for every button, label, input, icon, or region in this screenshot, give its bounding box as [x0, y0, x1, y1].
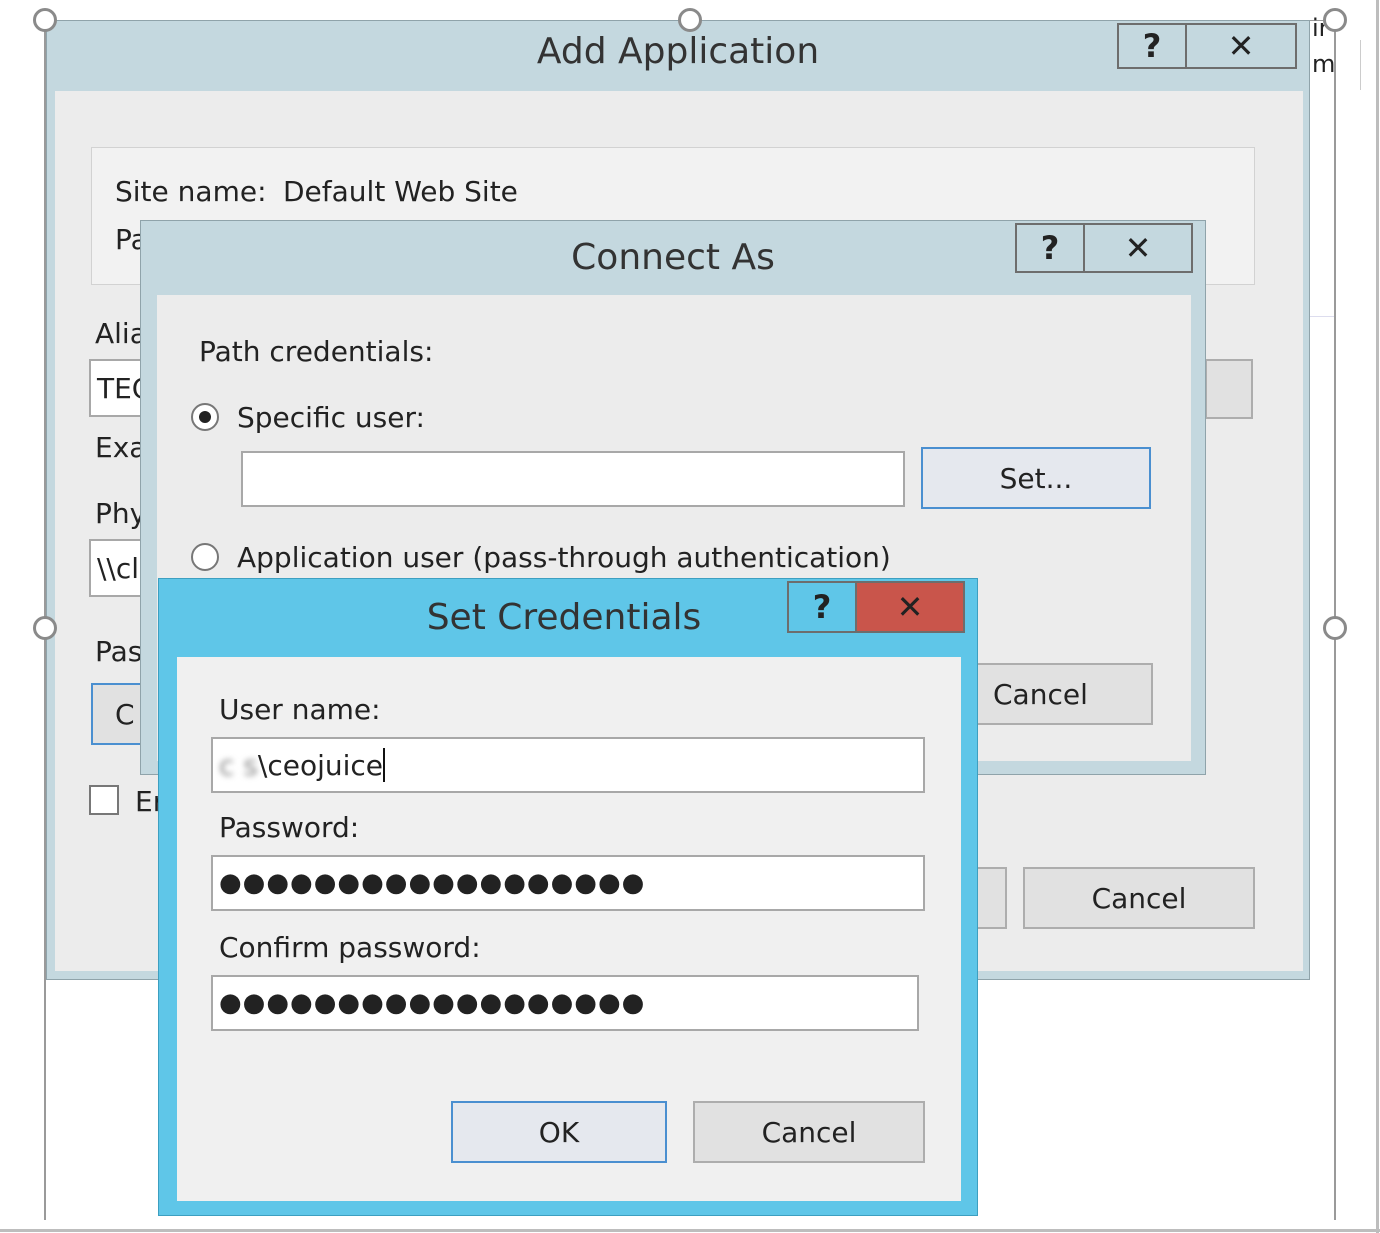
set-credentials-dialog: Set Credentials ? ✕ User name: c s \ceoju…	[158, 578, 978, 1216]
text-caret	[383, 748, 386, 782]
set-credentials-cancel-button[interactable]: Cancel	[693, 1101, 925, 1163]
background-text-2: m	[1312, 50, 1336, 78]
password-input[interactable]: ●●●●●●●●●●●●●●●●●●	[211, 855, 925, 911]
pass-through-label: Pas	[95, 635, 143, 668]
application-user-radio[interactable]	[191, 543, 219, 571]
password-label: Password:	[219, 811, 360, 844]
add-application-close-button[interactable]: ✕	[1185, 23, 1297, 69]
confirm-password-input[interactable]: ●●●●●●●●●●●●●●●●●●	[211, 975, 919, 1031]
resize-handle-top-right[interactable]	[1323, 8, 1347, 32]
resize-handle-top-left[interactable]	[33, 8, 57, 32]
specific-user-radio[interactable]	[191, 403, 219, 431]
physical-path-label: Phy	[95, 497, 147, 530]
background-divider	[1360, 40, 1361, 90]
set-credentials-client-area: User name: c s \ceojuice Password: ●●●●●●…	[177, 657, 961, 1201]
resize-handle-top-center[interactable]	[678, 8, 702, 32]
set-credentials-button[interactable]: Set...	[921, 447, 1151, 509]
example-label: Exa	[95, 431, 147, 464]
select-app-pool-button[interactable]	[1205, 359, 1253, 419]
site-name-label: Site name:	[115, 175, 267, 208]
specific-user-label: Specific user:	[237, 401, 425, 434]
set-credentials-help-button[interactable]: ?	[787, 581, 857, 633]
path-credentials-label: Path credentials:	[199, 335, 434, 368]
set-credentials-ok-button[interactable]: OK	[451, 1101, 667, 1163]
user-name-label: User name:	[219, 693, 381, 726]
user-name-redacted-prefix: c s	[219, 748, 258, 782]
user-name-value: \ceojuice	[257, 748, 384, 782]
page-border-bottom	[0, 1229, 1380, 1232]
page-border-right	[1376, 0, 1379, 1233]
user-name-input[interactable]: c s \ceojuice	[211, 737, 925, 793]
site-name-value: Default Web Site	[283, 175, 518, 208]
enable-preload-checkbox[interactable]	[89, 785, 119, 815]
set-credentials-close-button[interactable]: ✕	[855, 581, 965, 633]
application-user-label: Application user (pass-through authentic…	[237, 541, 891, 574]
connect-as-help-button[interactable]: ?	[1015, 223, 1085, 273]
confirm-password-label: Confirm password:	[219, 931, 481, 964]
add-application-help-button[interactable]: ?	[1117, 23, 1187, 69]
resize-handle-middle-right[interactable]	[1323, 616, 1347, 640]
add-application-cancel-button[interactable]: Cancel	[1023, 867, 1255, 929]
specific-user-input[interactable]	[241, 451, 905, 507]
connect-as-close-button[interactable]: ✕	[1083, 223, 1193, 273]
resize-handle-middle-left[interactable]	[33, 616, 57, 640]
